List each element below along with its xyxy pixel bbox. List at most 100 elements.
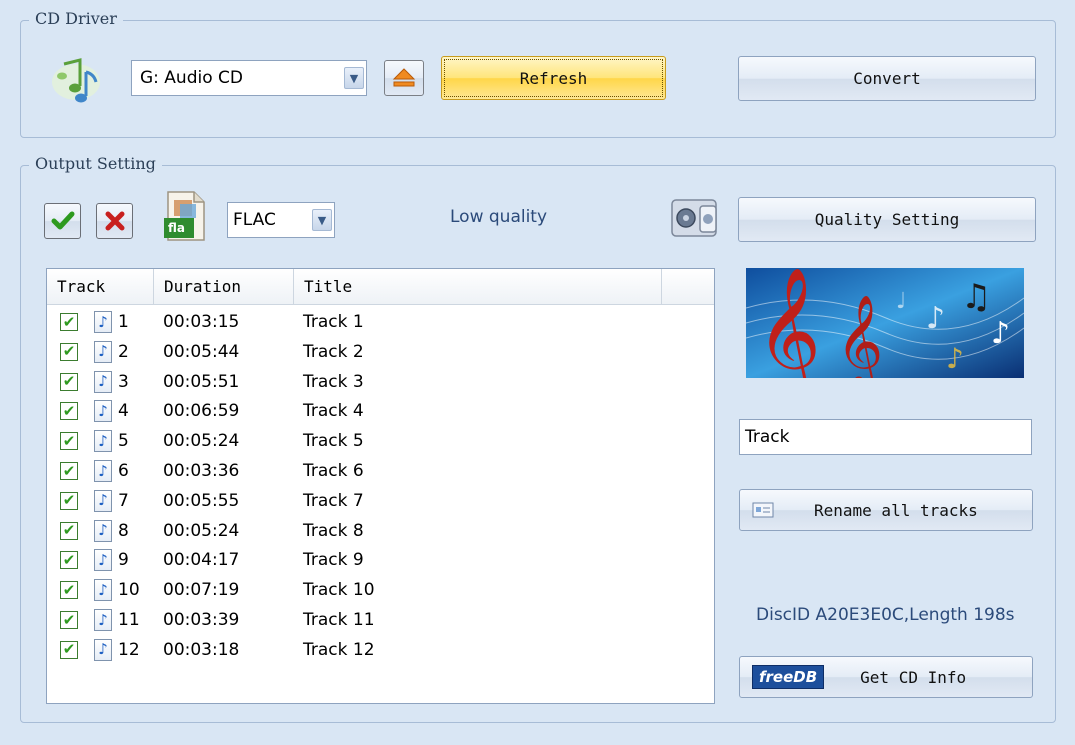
track-number: 2 xyxy=(118,341,129,362)
get-cd-info-label: Get CD Info xyxy=(860,667,967,687)
track-number: 10 xyxy=(118,580,140,601)
quality-text: Low quality xyxy=(450,207,548,227)
track-prefix-input[interactable]: Track xyxy=(739,419,1032,455)
track-number: 7 xyxy=(118,490,129,511)
music-banner-image: 𝄞 𝄞 ♪ ♫ ♪ ♩ ♪ xyxy=(746,268,1024,378)
track-title[interactable]: Track 8 xyxy=(303,521,364,541)
track-row[interactable]: ✔ ♪ 6 00:03:36 Track 6 xyxy=(47,456,714,486)
flac-file-icon: fla xyxy=(162,190,208,242)
track-row[interactable]: ✔ ♪ 10 00:07:19 Track 10 xyxy=(47,575,714,605)
track-title[interactable]: Track 10 xyxy=(303,580,375,600)
drive-select[interactable]: G: Audio CD ▼ xyxy=(131,60,367,96)
track-duration: 00:05:24 xyxy=(163,431,240,452)
get-cd-info-button[interactable]: freeDB Get CD Info xyxy=(739,656,1033,698)
rename-all-tracks-button[interactable]: Rename all tracks xyxy=(739,489,1033,531)
svg-text:♪: ♪ xyxy=(926,301,945,336)
track-number: 8 xyxy=(118,520,129,541)
track-title[interactable]: Track 11 xyxy=(303,610,375,630)
track-row[interactable]: ✔ ♪ 7 00:05:55 Track 7 xyxy=(47,486,714,516)
svg-text:♪: ♪ xyxy=(991,316,1010,351)
track-list[interactable]: Track Duration Title ✔ ♪ 1 00:03:15 Track 1 ✔… xyxy=(46,268,715,704)
output-setting-legend: Output Setting xyxy=(29,154,162,173)
format-select-value: FLAC xyxy=(233,210,276,230)
track-row[interactable]: ✔ ♪ 5 00:05:24 Track 5 xyxy=(47,426,714,456)
track-duration: 00:05:51 xyxy=(163,371,240,392)
track-duration: 00:03:18 xyxy=(163,639,240,660)
column-header-duration[interactable]: Duration xyxy=(154,269,294,304)
format-select[interactable]: FLAC ▼ xyxy=(227,202,335,238)
track-checkbox[interactable]: ✔ xyxy=(60,521,78,540)
svg-text:♩: ♩ xyxy=(896,289,906,314)
track-checkbox[interactable]: ✔ xyxy=(60,462,78,480)
track-checkbox[interactable]: ✔ xyxy=(60,611,78,629)
column-header-track[interactable]: Track xyxy=(47,269,154,304)
cross-icon xyxy=(105,211,124,231)
track-checkbox[interactable]: ✔ xyxy=(60,581,78,600)
track-duration: 00:03:39 xyxy=(163,610,240,630)
track-row[interactable]: ✔ ♪ 1 00:03:15 Track 1 xyxy=(47,307,714,337)
cd-driver-legend: CD Driver xyxy=(29,9,123,28)
track-title[interactable]: Track 4 xyxy=(303,401,364,421)
track-checkbox[interactable]: ✔ xyxy=(60,432,78,451)
track-checkbox[interactable]: ✔ xyxy=(60,402,78,421)
track-checkbox[interactable]: ✔ xyxy=(60,313,78,331)
track-number: 4 xyxy=(118,401,129,422)
track-title[interactable]: Track 9 xyxy=(303,550,364,570)
svg-text:𝄞: 𝄞 xyxy=(836,294,883,378)
disc-info-text: DiscID A20E3E0C,Length 198s xyxy=(756,605,1015,625)
track-title[interactable]: Track 5 xyxy=(303,431,364,451)
svg-text:𝄞: 𝄞 xyxy=(756,268,821,378)
music-note-icon: ♪ xyxy=(94,370,112,393)
track-row[interactable]: ✔ ♪ 3 00:05:51 Track 3 xyxy=(47,367,714,397)
music-note-icon: ♪ xyxy=(94,460,112,482)
convert-button[interactable]: Convert xyxy=(738,56,1036,101)
track-duration: 00:05:55 xyxy=(163,490,240,511)
track-checkbox[interactable]: ✔ xyxy=(60,342,78,361)
music-note-icon: ♪ xyxy=(94,638,112,661)
music-note-icon: ♪ xyxy=(94,519,112,542)
track-checkbox[interactable]: ✔ xyxy=(60,551,78,570)
track-number: 3 xyxy=(118,371,129,392)
music-note-icon: ♪ xyxy=(94,609,112,631)
track-row[interactable]: ✔ ♪ 4 00:06:59 Track 4 xyxy=(47,396,714,426)
freedb-logo: freeDB xyxy=(752,665,825,689)
chevron-down-icon[interactable]: ▼ xyxy=(312,209,332,231)
track-checkbox[interactable]: ✔ xyxy=(60,372,78,391)
track-duration: 00:03:15 xyxy=(163,312,240,332)
track-row[interactable]: ✔ ♪ 9 00:04:17 Track 9 xyxy=(47,545,714,575)
track-title[interactable]: Track 2 xyxy=(303,342,364,362)
column-header-title[interactable]: Title xyxy=(294,269,662,304)
music-note-icon: ♪ xyxy=(94,489,112,512)
track-row[interactable]: ✔ ♪ 8 00:05:24 Track 8 xyxy=(47,516,714,546)
track-number: 6 xyxy=(118,461,129,481)
track-title[interactable]: Track 1 xyxy=(303,312,364,332)
track-row[interactable]: ✔ ♪ 2 00:05:44 Track 2 xyxy=(47,337,714,367)
refresh-button[interactable]: Refresh xyxy=(441,56,666,100)
chevron-down-icon[interactable]: ▼ xyxy=(344,67,364,89)
track-title[interactable]: Track 3 xyxy=(303,372,364,392)
track-row[interactable]: ✔ ♪ 12 00:03:18 Track 12 xyxy=(47,635,714,665)
flac-file-icon-label: fla xyxy=(168,221,185,235)
check-icon xyxy=(51,211,74,230)
track-title[interactable]: Track 7 xyxy=(303,491,364,511)
track-title[interactable]: Track 6 xyxy=(303,461,364,481)
track-duration: 00:06:59 xyxy=(163,401,240,422)
track-number: 1 xyxy=(118,312,129,332)
deselect-all-button[interactable] xyxy=(96,203,133,239)
track-title[interactable]: Track 12 xyxy=(303,640,375,660)
track-checkbox[interactable]: ✔ xyxy=(60,491,78,510)
track-number: 5 xyxy=(118,431,129,452)
track-number: 9 xyxy=(118,550,129,571)
track-row[interactable]: ✔ ♪ 11 00:03:39 Track 11 xyxy=(47,605,714,635)
eject-button[interactable] xyxy=(384,60,424,96)
track-number: 11 xyxy=(118,610,140,630)
track-list-header: Track Duration Title xyxy=(47,269,714,305)
track-checkbox[interactable]: ✔ xyxy=(60,640,78,659)
quality-setting-button[interactable]: Quality Setting xyxy=(738,197,1036,242)
rename-icon xyxy=(752,502,774,518)
music-note-icon: ♪ xyxy=(94,549,112,572)
music-note-icon: ♪ xyxy=(94,430,112,453)
track-duration: 00:05:24 xyxy=(163,520,240,541)
svg-text:♪: ♪ xyxy=(946,342,964,375)
select-all-button[interactable] xyxy=(44,203,81,239)
